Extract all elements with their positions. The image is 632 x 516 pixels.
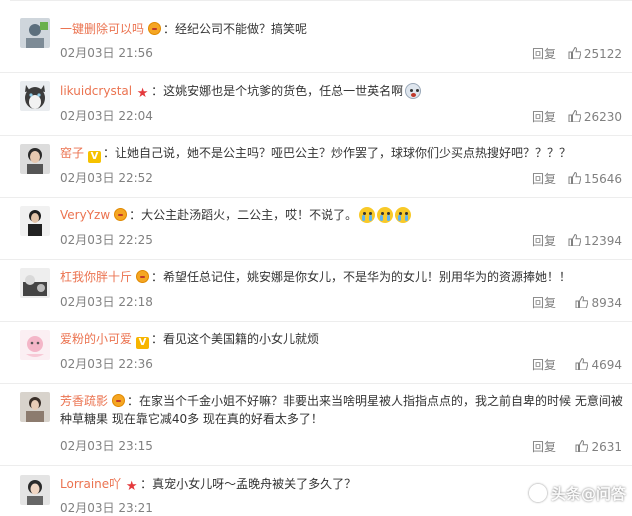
comment-time: 02月03日 22:52: [60, 171, 153, 185]
comment-text: 大公主赴汤蹈火，二公主，哎！不说了。: [141, 208, 358, 222]
toutiao-logo-icon: [528, 484, 547, 502]
like-count: 4694: [591, 358, 622, 372]
colon: ：: [127, 394, 140, 408]
username[interactable]: 爱粉的小可爱: [60, 332, 132, 346]
like-count: 15646: [583, 172, 622, 186]
comment-text: 这姚安娜也是个坑爹的货色，任总一世英名啊: [163, 84, 404, 98]
comment-text: 在家当个千金小姐不好嘛？非要出来当啥明星被人指指点点的，我之前自卑的时候 无意间…: [60, 394, 623, 426]
like-count: 12394: [583, 234, 622, 248]
comment-item: VeryYzw ：大公主赴汤蹈火，二公主，哎！不说了。 02月03日 22:25 …: [0, 197, 632, 260]
username[interactable]: VeryYzw: [60, 208, 110, 222]
like-button[interactable]: 2631: [575, 440, 622, 454]
reply-button[interactable]: 回复: [532, 438, 556, 455]
crying-emoji-icon: [377, 207, 394, 223]
comment-text: 让她自己说，她不是公主吗？哑巴公主？炒作罢了，球球你们少买点热搜好吧？？？？: [115, 146, 572, 160]
comment-time: 02月03日 22:04: [60, 109, 153, 123]
avatar[interactable]: [20, 475, 50, 505]
thumbs-up-icon: [575, 358, 589, 370]
like-count: 25122: [583, 47, 622, 61]
comment-item: 爱粉的小可爱 V ：看见这个美国籍的小女儿就烦 02月03日 22:36 回复 46…: [0, 321, 632, 384]
colon: ：: [103, 146, 116, 160]
reply-button[interactable]: 回复: [532, 356, 556, 373]
star-badge-icon: ★: [136, 86, 149, 101]
colon: ：: [151, 270, 164, 284]
like-button[interactable]: 25122: [568, 47, 622, 61]
username[interactable]: Lorraine吖: [60, 477, 121, 491]
vip-badge-icon: [112, 394, 126, 407]
avatar[interactable]: [20, 330, 50, 360]
watermark-text: 头条@问答: [550, 485, 626, 503]
avatar[interactable]: [20, 144, 50, 174]
like-count: 8934: [591, 296, 622, 310]
comment-time: 02月03日 22:25: [60, 233, 153, 247]
watermark: 头条@问答: [528, 483, 626, 505]
thumbs-up-icon: [575, 296, 589, 308]
username[interactable]: 一键删除可以吗: [60, 22, 144, 36]
avatar[interactable]: [20, 18, 50, 48]
thumbs-up-icon: [568, 172, 581, 184]
like-button[interactable]: 15646: [568, 172, 622, 186]
like-button[interactable]: 12394: [568, 234, 622, 248]
thumbs-up-icon: [568, 234, 581, 246]
comment-item: likuidcrystal ★ ：这姚安娜也是个坑爹的货色，任总一世英名啊 02月0…: [0, 73, 632, 136]
reply-button[interactable]: 回复: [532, 108, 556, 125]
comment-item: 一键删除可以吗 ：经纪公司不能做？搞笑呢 02月03日 21:56 回复 2512…: [0, 10, 632, 73]
verified-badge-icon: V: [88, 151, 102, 163]
like-button[interactable]: 26230: [568, 110, 622, 124]
username[interactable]: 芳香疏影: [60, 394, 108, 408]
colon: ：: [129, 208, 142, 222]
thumbs-up-icon: [568, 110, 581, 122]
reply-button[interactable]: 回复: [532, 232, 556, 249]
star-badge-icon: ★: [125, 479, 138, 494]
comment-text: 经纪公司不能做？搞笑呢: [175, 22, 308, 36]
crying-emoji-icon: [359, 207, 376, 223]
like-button[interactable]: 8934: [575, 296, 622, 310]
comment-text: 真宠小女儿呀～孟晚舟被关了多久了？: [152, 477, 357, 491]
crying-emoji-icon: [395, 207, 412, 223]
top-divider: [10, 0, 632, 1]
verified-badge-icon: V: [136, 337, 150, 349]
username[interactable]: 杠我你胖十斤: [60, 270, 132, 284]
username[interactable]: 窑子: [60, 146, 84, 160]
avatar[interactable]: [20, 81, 50, 111]
comment-time: 02月03日 22:36: [60, 357, 153, 371]
shocked-emoji-icon: [405, 83, 422, 99]
comment-item: 窑子 V ：让她自己说，她不是公主吗？哑巴公主？炒作罢了，球球你们少买点热搜好吧？？…: [0, 135, 632, 198]
avatar[interactable]: [20, 206, 50, 236]
comment-time: 02月03日 21:56: [60, 46, 153, 60]
like-count: 2631: [591, 440, 622, 454]
comment-item: 芳香疏影 ：在家当个千金小姐不好嘛？非要出来当啥明星被人指指点点的，我之前自卑的时…: [0, 383, 632, 466]
vip-badge-icon: [136, 270, 150, 283]
comment-time: 02月03日 23:21: [60, 501, 153, 515]
comment-text: 看见这个美国籍的小女儿就烦: [163, 332, 320, 346]
comment-text: 希望任总记住，姚安娜是你女儿，不是华为的女儿！别用华为的资源捧她！！: [163, 270, 572, 284]
reply-button[interactable]: 回复: [532, 294, 556, 311]
colon: ：: [163, 22, 176, 36]
like-count: 26230: [583, 110, 622, 124]
thumbs-up-icon: [568, 47, 581, 59]
avatar[interactable]: [20, 268, 50, 298]
comment-time: 02月03日 23:15: [60, 439, 153, 453]
reply-button[interactable]: 回复: [532, 170, 556, 187]
comment-item: 杠我你胖十斤 ：希望任总记住，姚安娜是你女儿，不是华为的女儿！别用华为的资源捧她！…: [0, 259, 632, 322]
vip-badge-icon: [114, 208, 128, 221]
like-button[interactable]: 4694: [575, 358, 622, 372]
comment-time: 02月03日 22:18: [60, 295, 153, 309]
colon: ：: [151, 84, 164, 98]
thumbs-up-icon: [575, 440, 589, 452]
reply-button[interactable]: 回复: [532, 45, 556, 62]
vip-badge-icon: [148, 22, 162, 35]
username[interactable]: likuidcrystal: [60, 84, 132, 98]
avatar[interactable]: [20, 392, 50, 422]
colon: ：: [140, 477, 153, 491]
colon: ：: [151, 332, 164, 346]
